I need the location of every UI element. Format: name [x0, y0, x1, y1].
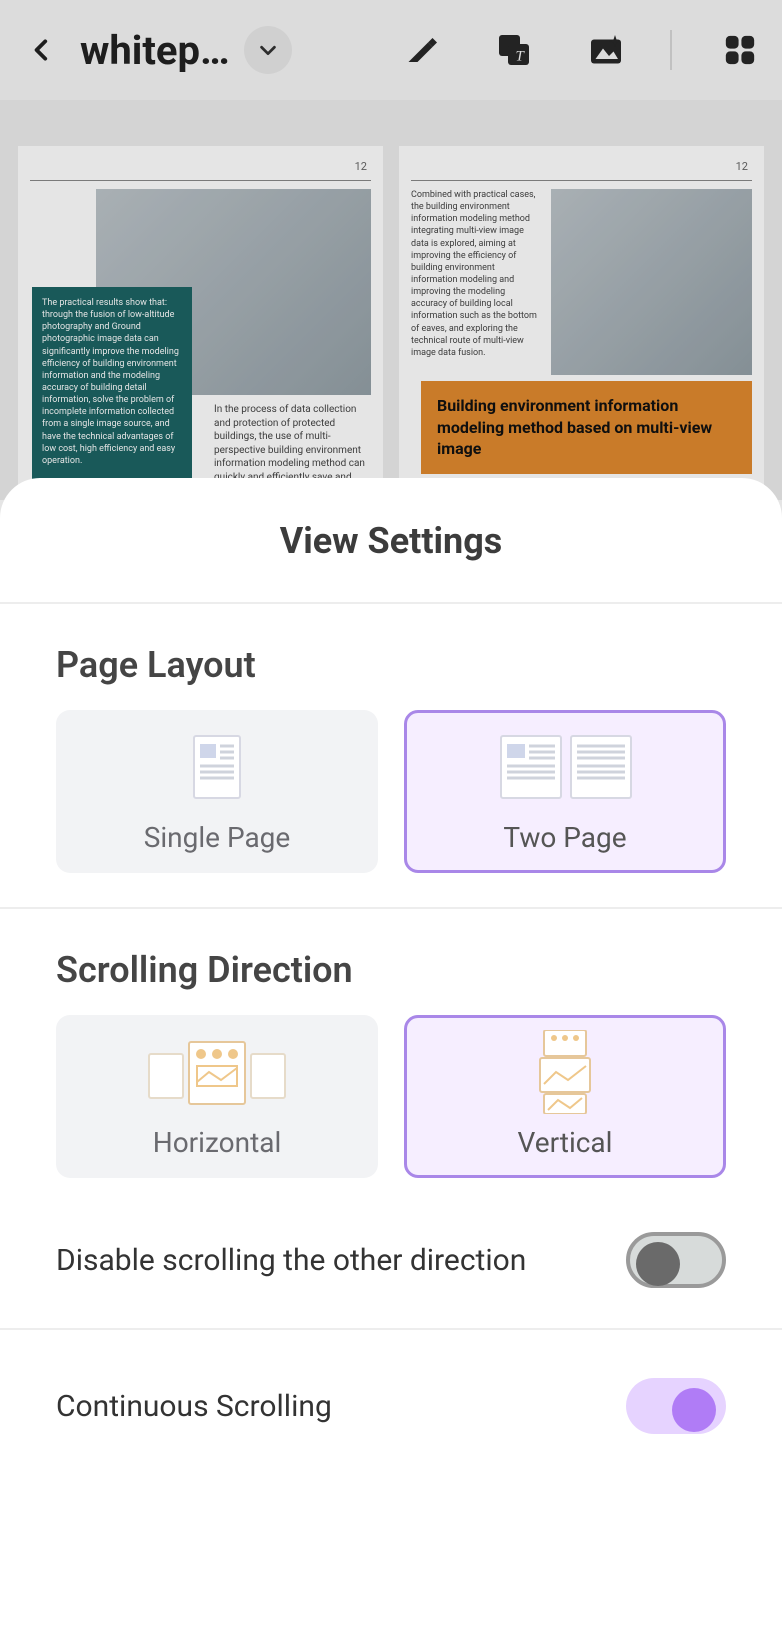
title-dropdown-button[interactable]: [244, 26, 292, 74]
document-preview[interactable]: 12 The practical results show that: thro…: [0, 100, 782, 500]
image-enhance-tool[interactable]: [582, 26, 630, 74]
chevron-down-icon: [257, 39, 279, 61]
option-vertical[interactable]: Vertical: [404, 1015, 726, 1178]
highlighter-tool[interactable]: [398, 26, 446, 74]
section-heading: Page Layout: [56, 644, 726, 686]
option-two-page[interactable]: Two Page: [404, 710, 726, 873]
toggle-label: Continuous Scrolling: [56, 1389, 332, 1424]
option-label: Horizontal: [153, 1126, 282, 1159]
page-image: [551, 189, 752, 375]
back-button[interactable]: [18, 26, 66, 74]
text-image-icon: T: [496, 32, 532, 68]
page-callout: The practical results show that: through…: [32, 287, 192, 497]
back-arrow-icon: [29, 37, 55, 63]
page-number: 12: [355, 160, 367, 173]
row-continuous-scrolling: Continuous Scrolling: [0, 1330, 782, 1474]
toggle-label: Disable scrolling the other direction: [56, 1243, 526, 1278]
single-page-icon: [182, 731, 252, 803]
toggle-continuous-scrolling[interactable]: [626, 1378, 726, 1434]
highlighter-icon: [404, 32, 440, 68]
section-page-layout: Page Layout Single Page Two Page: [0, 604, 782, 907]
page-number: 12: [736, 160, 748, 173]
vertical-scroll-icon: [530, 1036, 600, 1108]
page-banner: Building environment information modelin…: [421, 381, 752, 474]
top-bar: whitep… T: [0, 0, 782, 100]
option-single-page[interactable]: Single Page: [56, 710, 378, 873]
toggle-knob: [636, 1242, 680, 1286]
text-image-tool[interactable]: T: [490, 26, 538, 74]
section-heading: Scrolling Direction: [56, 949, 726, 991]
page-body-text: Combined with practical cases, the build…: [411, 189, 541, 375]
apps-button[interactable]: [716, 26, 764, 74]
document-title[interactable]: whitep…: [80, 27, 230, 74]
horizontal-scroll-icon: [147, 1036, 287, 1108]
section-scrolling-direction: Scrolling Direction Horizontal: [0, 909, 782, 1212]
option-horizontal[interactable]: Horizontal: [56, 1015, 378, 1178]
page-left: 12 The practical results show that: thro…: [18, 146, 383, 500]
grid-apps-icon: [723, 33, 757, 67]
sheet-title: View Settings: [0, 478, 782, 602]
view-settings-sheet: View Settings Page Layout Single Page Tw…: [0, 478, 782, 1644]
row-disable-scroll: Disable scrolling the other direction: [0, 1212, 782, 1328]
two-page-icon: [495, 731, 635, 803]
toolbar-divider: [670, 30, 672, 70]
toggle-disable-scroll[interactable]: [626, 1232, 726, 1288]
option-label: Vertical: [518, 1126, 613, 1159]
option-label: Single Page: [144, 821, 291, 854]
option-label: Two Page: [503, 821, 626, 854]
page-right: 12 Combined with practical cases, the bu…: [399, 146, 764, 500]
toggle-knob: [672, 1388, 716, 1432]
image-sparkle-icon: [588, 32, 624, 68]
